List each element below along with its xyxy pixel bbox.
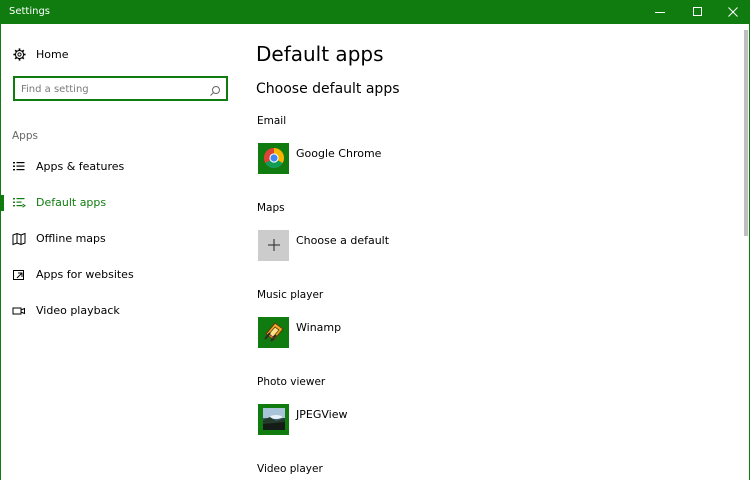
- active-indicator: [1, 195, 4, 211]
- home-link[interactable]: Home: [12, 44, 68, 64]
- maps-default-app-button[interactable]: Choose a default: [258, 229, 389, 261]
- sidebar-item-label: Offline maps: [36, 232, 106, 245]
- title-bar: Settings: [0, 0, 750, 24]
- sidebar-item-default-apps[interactable]: Default apps: [1, 186, 240, 220]
- close-icon: [728, 7, 738, 17]
- sidebar-item-label: Video playback: [36, 304, 120, 317]
- search-icon[interactable]: [209, 82, 221, 96]
- category-label-music-player: Music player: [257, 289, 324, 301]
- list-icon: [12, 160, 26, 174]
- scrollbar-thumb[interactable]: [744, 30, 748, 236]
- maximize-icon: [693, 7, 702, 16]
- plus-icon: [258, 229, 289, 261]
- section-label-apps: Apps: [12, 130, 38, 142]
- default-list-icon: [12, 196, 26, 210]
- home-label: Home: [36, 47, 69, 61]
- map-icon: [12, 232, 26, 246]
- minimize-icon: [655, 12, 665, 13]
- category-label-photo-viewer: Photo viewer: [257, 376, 326, 388]
- sidebar-item-label: Default apps: [36, 196, 107, 209]
- email-app-name: Google Chrome: [296, 146, 382, 160]
- chrome-icon: [258, 142, 289, 174]
- sidebar-item-label: Apps & features: [36, 160, 125, 173]
- main-content: Default apps Choose default apps Email G…: [241, 24, 741, 480]
- maps-app-name: Choose a default: [296, 233, 390, 247]
- search-box[interactable]: [13, 76, 228, 101]
- sidebar-item-video-playback[interactable]: Video playback: [1, 294, 240, 328]
- window-title: Settings: [9, 6, 51, 17]
- close-button[interactable]: [715, 0, 750, 24]
- page-title: Default apps: [256, 42, 384, 66]
- photo-app-name: JPEGView: [296, 407, 348, 421]
- sidebar-item-offline-maps[interactable]: Offline maps: [1, 222, 240, 256]
- open-window-icon: [12, 268, 26, 282]
- sidebar-item-label: Apps for websites: [36, 268, 134, 281]
- winamp-icon: [258, 316, 289, 348]
- category-label-email: Email: [257, 115, 287, 127]
- gear-icon: [12, 47, 26, 61]
- jpegview-icon: [258, 403, 289, 435]
- search-input[interactable]: [21, 81, 201, 97]
- music-app-name: Winamp: [296, 320, 342, 334]
- video-icon: [12, 304, 26, 318]
- music-default-app-button[interactable]: Winamp: [258, 316, 341, 348]
- category-label-maps: Maps: [257, 202, 285, 214]
- page-subtitle: Choose default apps: [256, 81, 400, 97]
- maximize-button[interactable]: [680, 0, 716, 24]
- category-label-video-player: Video player: [257, 463, 323, 475]
- sidebar-item-apps-for-websites[interactable]: Apps for websites: [1, 258, 240, 292]
- photo-default-app-button[interactable]: JPEGView: [258, 403, 347, 435]
- sidebar-item-apps-features[interactable]: Apps & features: [1, 150, 240, 184]
- minimize-button[interactable]: [642, 0, 678, 24]
- email-default-app-button[interactable]: Google Chrome: [258, 142, 381, 174]
- sidebar: Home Apps Apps & features: [1, 24, 241, 480]
